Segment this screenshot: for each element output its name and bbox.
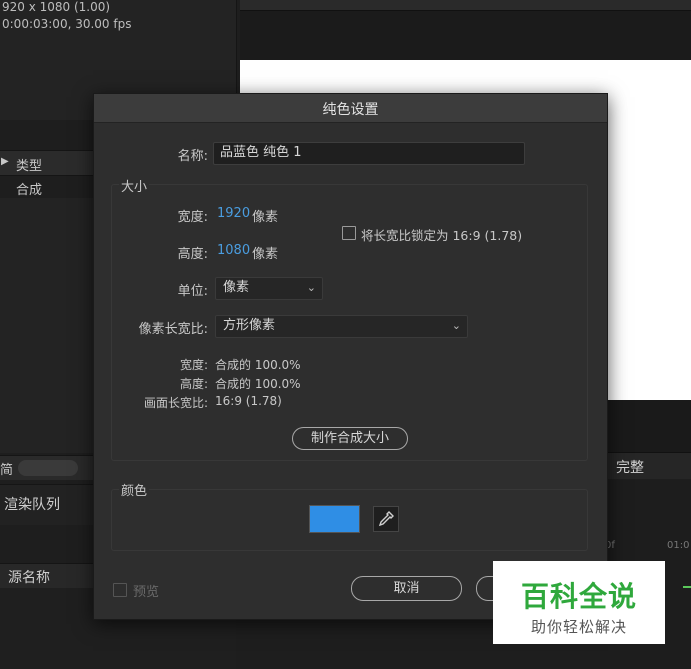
pixel-aspect-label: 像素长宽比:	[138, 322, 208, 337]
info-width-value: 合成的 100.0%	[215, 358, 301, 372]
project-footer-text: 简	[0, 463, 14, 478]
composition-header	[240, 0, 691, 10]
cancel-button[interactable]: 取消	[351, 576, 462, 601]
project-item-type: 合成	[16, 183, 43, 198]
dialog-title: 纯色设置	[322, 102, 379, 118]
make-comp-size-button[interactable]: 制作合成大小	[292, 427, 408, 450]
info-frame-aspect-label: 画面长宽比:	[143, 396, 208, 410]
info-width-label: 宽度:	[179, 358, 208, 372]
name-label: 名称:	[177, 149, 208, 164]
height-value[interactable]: 1080	[217, 243, 250, 258]
units-select[interactable]: 像素 ⌄	[215, 277, 323, 300]
chevron-down-icon: ⌄	[306, 281, 316, 294]
ruler-tick-label: 01:0	[667, 540, 690, 551]
info-height-value: 合成的 100.0%	[215, 377, 301, 391]
watermark-subtitle: 助你轻松解决	[530, 618, 627, 636]
project-info-duration: 0:00:03:00, 30.00 fps	[2, 17, 132, 31]
chevron-right-icon: ▶	[1, 156, 9, 167]
pixel-aspect-select[interactable]: 方形像素 ⌄	[215, 315, 468, 338]
width-unit: 像素	[252, 210, 279, 225]
solid-settings-dialog: 纯色设置 名称: 品蓝色 纯色 1 大小 宽度: 1920 像素 高度: 108…	[93, 93, 608, 620]
watermark: 百科全说 助你轻松解决	[493, 561, 665, 644]
eyedropper-button[interactable]	[373, 506, 399, 532]
source-name-label[interactable]: 源名称	[8, 567, 50, 587]
eyedropper-icon	[378, 511, 394, 527]
timeline-ruler: 0f 01:0	[605, 540, 691, 554]
size-group-title: 大小	[119, 176, 150, 195]
height-label: 高度:	[177, 247, 208, 262]
project-info-resolution: 920 x 1080 (1.00)	[2, 0, 111, 14]
color-swatch[interactable]	[309, 505, 360, 533]
units-select-value: 像素	[223, 280, 250, 295]
resolution-dropdown[interactable]: 完整	[616, 457, 644, 477]
height-unit: 像素	[252, 247, 279, 262]
composition-toolbar: 完整	[600, 452, 691, 479]
name-input[interactable]: 品蓝色 纯色 1	[213, 142, 525, 165]
watermark-title: 百科全说	[520, 580, 637, 613]
info-frame-aspect-value: 16:9 (1.78)	[215, 394, 282, 408]
chevron-down-icon: ⌄	[451, 319, 461, 332]
lock-aspect-label[interactable]: 将长宽比锁定为 16:9 (1.78)	[361, 225, 522, 244]
work-area-bar	[683, 586, 691, 588]
width-value[interactable]: 1920	[217, 206, 250, 221]
info-height-label: 高度:	[179, 377, 208, 391]
units-label: 单位:	[177, 284, 208, 299]
thumbnail-size-slider[interactable]	[18, 460, 78, 476]
dialog-titlebar[interactable]: 纯色设置	[94, 94, 607, 123]
column-type[interactable]: 类型	[16, 155, 42, 174]
preview-label[interactable]: 预览	[133, 581, 159, 600]
preview-checkbox[interactable]	[113, 583, 127, 597]
lock-aspect-checkbox[interactable]	[342, 226, 356, 240]
color-group-title: 颜色	[119, 480, 150, 499]
composition-tab-bar	[240, 10, 691, 61]
pixel-aspect-select-value: 方形像素	[223, 318, 276, 333]
render-queue-label: 渲染队列	[4, 497, 60, 513]
width-label: 宽度:	[177, 210, 208, 225]
